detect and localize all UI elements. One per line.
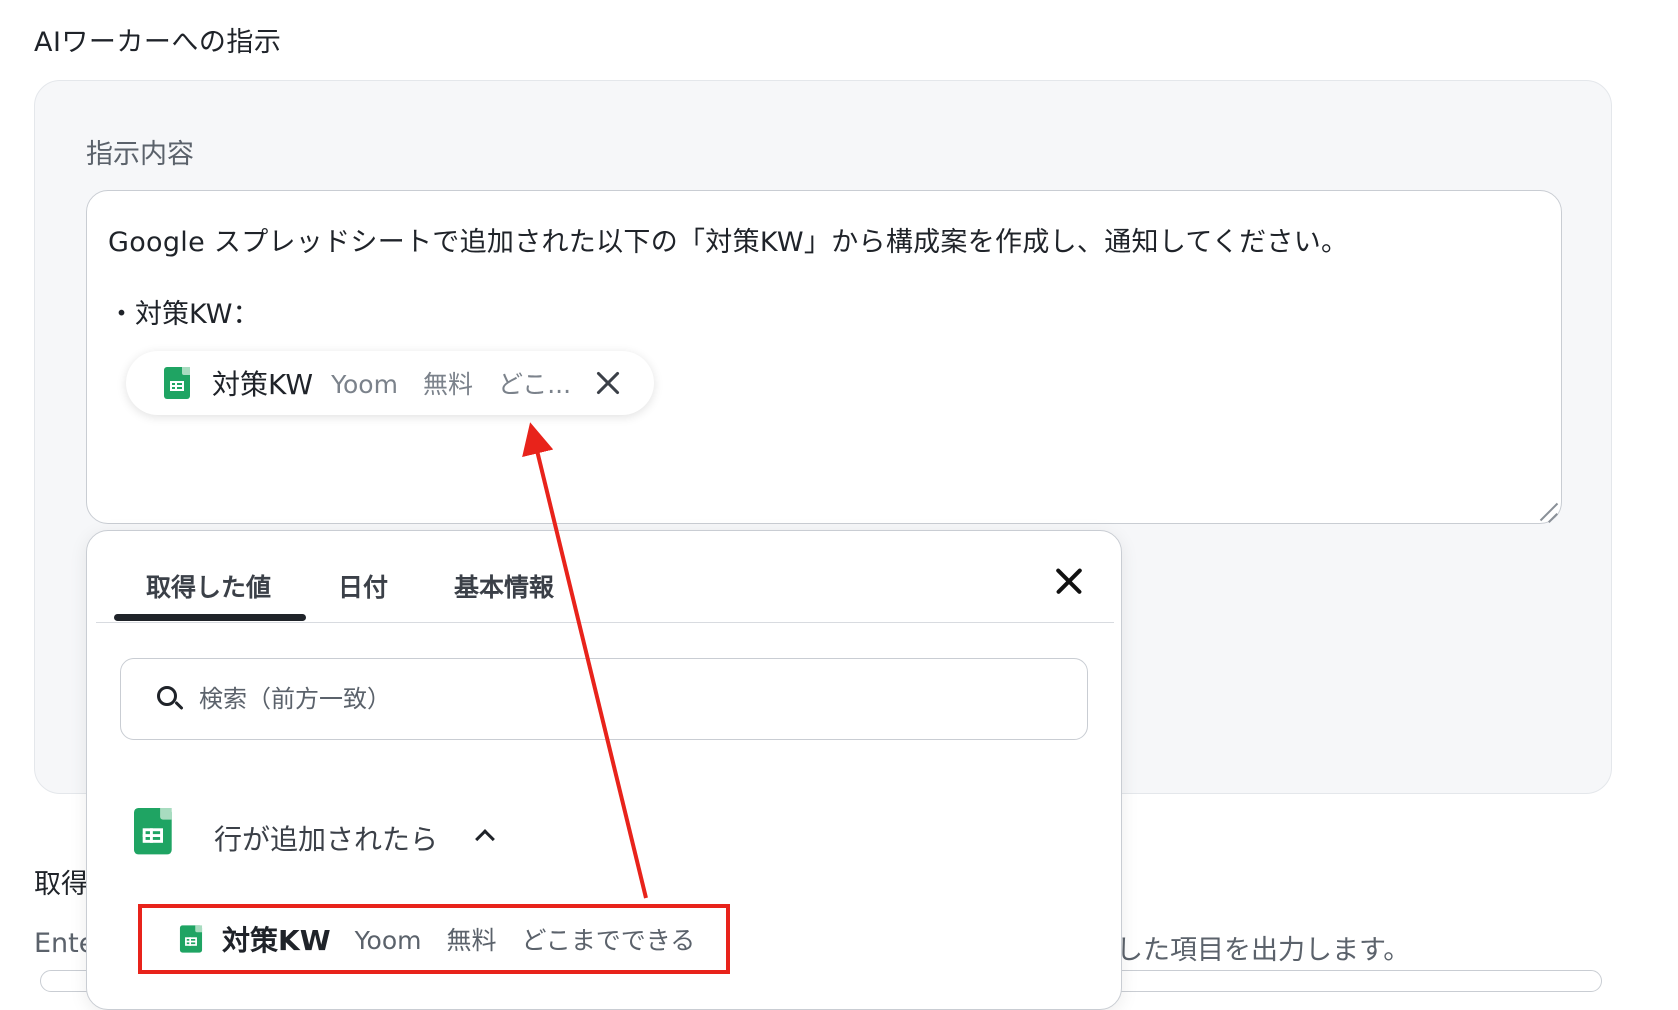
google-sheets-icon: [179, 925, 203, 953]
google-sheets-icon: [134, 808, 172, 855]
tab-divider: [96, 622, 1114, 623]
group-sheets-icon: [134, 808, 172, 860]
tab-acquired-values[interactable]: 取得した値: [146, 568, 271, 604]
item-name: 対策KW: [222, 924, 331, 957]
output-description-end: した項目を出力します。: [1116, 935, 1411, 966]
search-box[interactable]: [120, 658, 1088, 740]
chip-name: 対策KW: [212, 368, 314, 401]
active-tab-indicator: [114, 614, 306, 621]
search-icon: [157, 686, 183, 712]
output-section-label: 取得: [34, 869, 88, 900]
tab-basic-info[interactable]: 基本情報: [454, 568, 554, 604]
google-sheets-icon: [164, 367, 190, 399]
item-meta: Yoom 無料 どこまでできる: [354, 926, 696, 955]
close-icon[interactable]: [1052, 564, 1086, 598]
resize-handle-icon[interactable]: [1538, 502, 1558, 522]
instruction-label: 指示内容: [86, 139, 194, 170]
close-icon[interactable]: [593, 368, 623, 398]
variable-chip[interactable]: 対策KW Yoom 無料 どこ...: [126, 351, 654, 415]
chevron-up-icon[interactable]: [476, 826, 492, 842]
search-input[interactable]: [197, 684, 1021, 714]
tab-date[interactable]: 日付: [338, 568, 388, 604]
chip-meta: Yoom 無料 どこ...: [331, 370, 572, 399]
trigger-group-label[interactable]: 行が追加されたら: [214, 818, 438, 858]
instruction-text-line2: ・対策KW：: [108, 299, 260, 330]
instruction-text-line1: Google スプレッドシートで追加された以下の「対策KW」から構成案を作成し、…: [108, 227, 1349, 258]
section-title: AIワーカーへの指示: [34, 27, 282, 58]
variable-item-highlighted[interactable]: 対策KW Yoom 無料 どこまでできる: [138, 904, 730, 974]
